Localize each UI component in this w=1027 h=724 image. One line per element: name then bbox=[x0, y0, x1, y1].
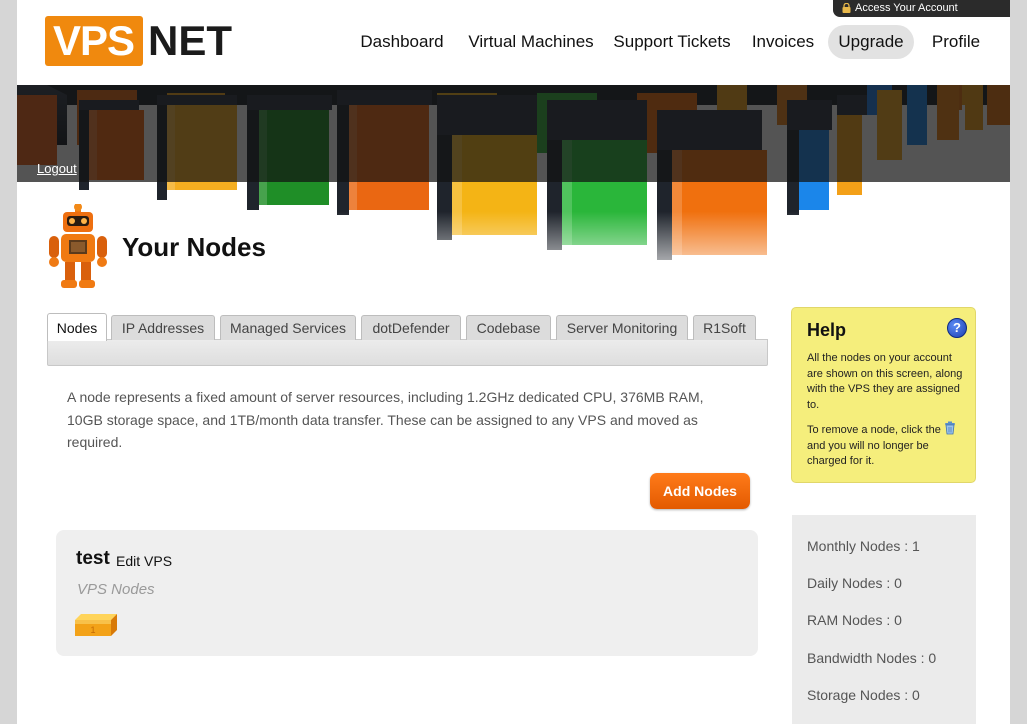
tab-codebase[interactable]: Codebase bbox=[466, 315, 551, 340]
tab-server-monitoring[interactable]: Server Monitoring bbox=[556, 315, 688, 340]
node-block-icon[interactable]: 1 bbox=[75, 612, 119, 640]
page-title: Your Nodes bbox=[122, 232, 266, 262]
nav-invoices[interactable]: Invoices bbox=[749, 25, 817, 59]
nav-virtual-machines[interactable]: Virtual Machines bbox=[465, 25, 597, 59]
stat-monthly-nodes: Monthly Nodes : 1 bbox=[807, 538, 920, 554]
nav-support-tickets[interactable]: Support Tickets bbox=[611, 25, 733, 59]
stat-ram-nodes: RAM Nodes : 0 bbox=[807, 612, 902, 628]
trash-icon bbox=[944, 421, 955, 435]
help-text-1: All the nodes on your account are shown … bbox=[807, 352, 963, 411]
vps-name: test bbox=[76, 548, 110, 569]
nodes-description: A node represents a fixed amount of serv… bbox=[67, 389, 704, 450]
nav-upgrade[interactable]: Upgrade bbox=[828, 25, 914, 59]
logout-link[interactable]: Logout bbox=[37, 161, 77, 176]
robot-mascot-icon bbox=[49, 204, 107, 288]
tab-nodes[interactable]: Nodes bbox=[47, 313, 107, 341]
help-text-2-after: and you will no longer be charged for it… bbox=[807, 439, 929, 468]
tab-r1soft[interactable]: R1Soft bbox=[693, 315, 756, 340]
lock-icon bbox=[842, 3, 851, 13]
help-text-2: To remove a node, click the and you will… bbox=[807, 421, 967, 470]
tab-bar bbox=[47, 339, 768, 366]
help-title: Help bbox=[807, 320, 847, 340]
vps-card: test Edit VPS VPS Nodes 1 bbox=[56, 530, 758, 656]
banner-dark-band bbox=[17, 85, 1010, 182]
main-nav: Dashboard Virtual Machines Support Ticke… bbox=[17, 24, 1010, 60]
tab-managed-services[interactable]: Managed Services bbox=[220, 315, 356, 340]
access-account-link[interactable]: Access Your Account bbox=[833, 0, 1010, 17]
stat-daily-nodes: Daily Nodes : 0 bbox=[807, 575, 902, 591]
tab-ip-addresses[interactable]: IP Addresses bbox=[111, 315, 215, 340]
add-nodes-button[interactable]: Add Nodes bbox=[650, 473, 750, 509]
help-text-2-before: To remove a node, click the bbox=[807, 424, 941, 436]
access-account-label: Access Your Account bbox=[855, 2, 958, 14]
vps-nodes-label: VPS Nodes bbox=[77, 581, 155, 598]
tab-dotdefender[interactable]: dotDefender bbox=[361, 315, 461, 340]
help-question-icon[interactable]: ? bbox=[947, 318, 967, 338]
help-box: Help ? All the nodes on your account are… bbox=[791, 307, 976, 483]
nav-profile[interactable]: Profile bbox=[925, 25, 987, 59]
node-stats-panel: Monthly Nodes : 1 Daily Nodes : 0 RAM No… bbox=[792, 515, 976, 724]
nav-dashboard[interactable]: Dashboard bbox=[357, 25, 447, 59]
stat-bandwidth-nodes: Bandwidth Nodes : 0 bbox=[807, 650, 937, 666]
page: VPS NET Access Your Account Dashboard Vi… bbox=[17, 0, 1010, 724]
edit-vps-link[interactable]: Edit VPS bbox=[116, 553, 172, 569]
stat-storage-nodes: Storage Nodes : 0 bbox=[807, 687, 920, 703]
svg-text:1: 1 bbox=[90, 625, 95, 635]
